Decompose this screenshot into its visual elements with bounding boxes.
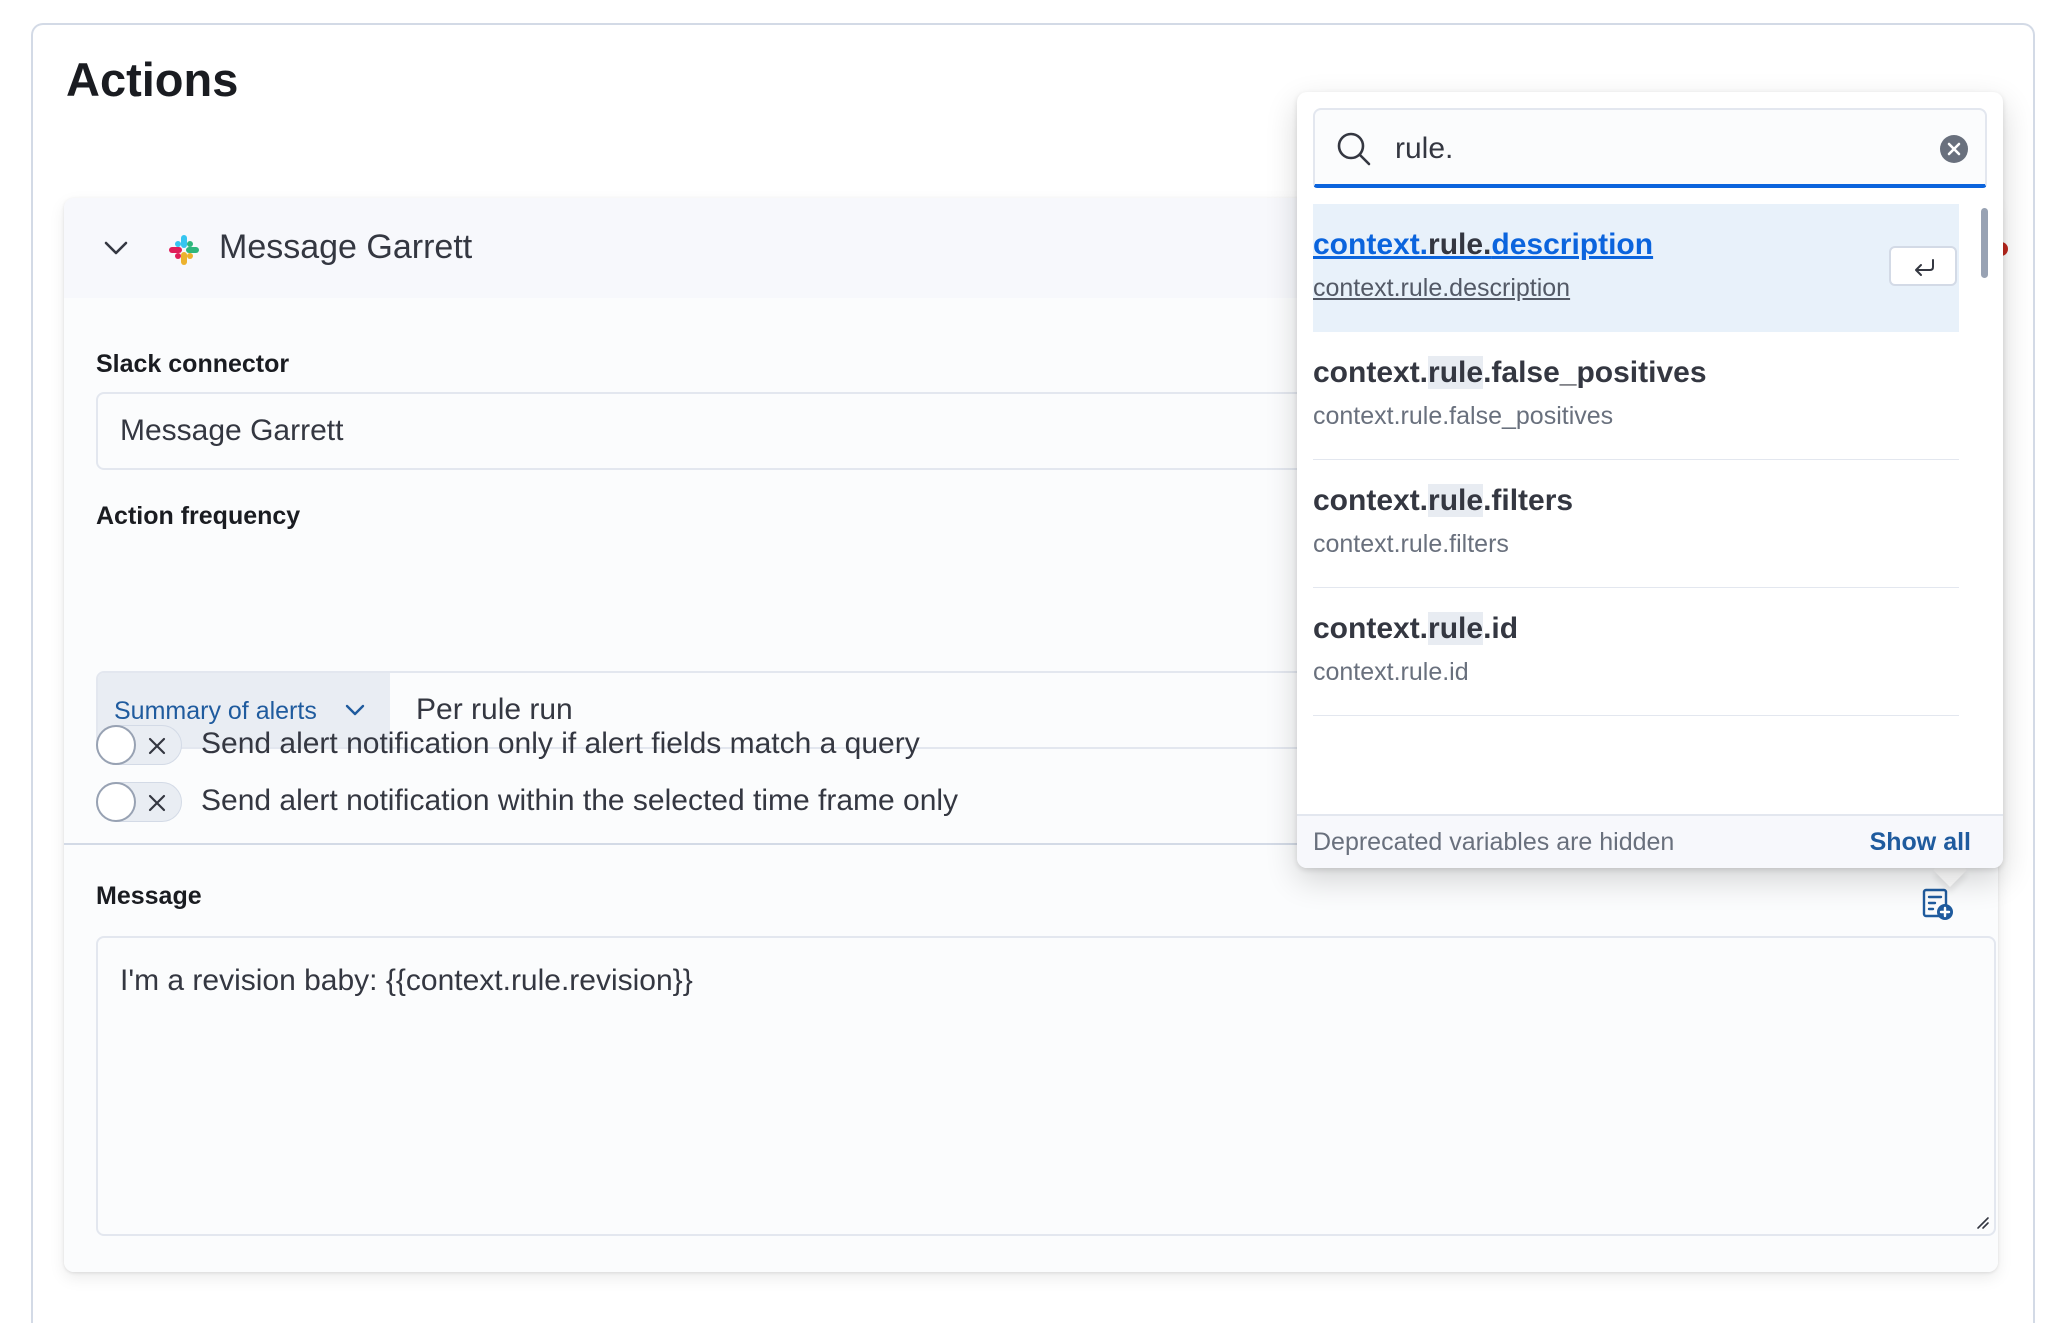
slack-icon	[169, 235, 199, 265]
frequency-value[interactable]: Per rule run	[416, 693, 573, 727]
chevron-down-icon	[345, 704, 365, 716]
page-title: Actions	[66, 53, 239, 106]
toggle-time-frame[interactable]	[96, 782, 182, 822]
option-name: context.rule.false_positives	[1313, 356, 1707, 389]
popover-footer: Deprecated variables are hidden Show all	[1297, 814, 2003, 868]
list-item[interactable]: context.rule.description context.rule.de…	[1313, 204, 1959, 332]
option-path: context.rule.description	[1313, 274, 1571, 302]
toggle-alert-query[interactable]	[96, 725, 182, 765]
enter-key-icon	[1915, 259, 1934, 276]
variable-search-input[interactable]: rule.	[1313, 108, 1987, 188]
option-name: context.rule.filters	[1313, 484, 1574, 517]
scrollbar[interactable]	[1981, 208, 1988, 278]
option-name: context.rule.id	[1313, 612, 1519, 645]
option-path: context.rule.false_positives	[1313, 402, 1614, 430]
show-all-link[interactable]: Show all	[1870, 828, 1971, 857]
connector-label: Slack connector	[96, 350, 290, 378]
message-value: I'm a revision baby: {{context.rule.revi…	[120, 964, 693, 997]
clear-icon[interactable]	[1939, 134, 1969, 164]
option-path: context.rule.id	[1313, 658, 1469, 686]
frequency-mode-label: Summary of alerts	[114, 697, 317, 725]
option-path: context.rule.filters	[1313, 530, 1509, 558]
frequency-label: Action frequency	[96, 502, 301, 530]
toggle-alert-query-label: Send alert notification only if alert fi…	[201, 727, 920, 760]
add-variable-icon[interactable]	[1921, 886, 1955, 922]
toggle-knob	[96, 725, 136, 765]
connector-value: Message Garrett	[120, 414, 344, 447]
search-value: rule.	[1395, 132, 1454, 165]
list-item[interactable]: context.rule.false_positives context.rul…	[1313, 332, 1959, 460]
variable-popover: rule. context.rule.description context.r…	[1297, 92, 2003, 868]
option-name: context.rule.description	[1313, 228, 1654, 261]
search-icon	[1337, 132, 1371, 166]
variable-options-list: context.rule.description context.rule.de…	[1313, 204, 1959, 812]
chevron-down-icon[interactable]	[100, 232, 132, 264]
list-item[interactable]: context.rule.id context.rule.id	[1313, 588, 1959, 716]
toggle-knob	[96, 782, 136, 822]
message-textarea[interactable]: I'm a revision baby: {{context.rule.revi…	[96, 936, 1996, 1236]
resize-handle-icon[interactable]	[1974, 1214, 1990, 1230]
footer-note: Deprecated variables are hidden	[1313, 828, 1675, 856]
cross-icon	[148, 794, 166, 812]
action-card-title: Message Garrett	[219, 228, 473, 266]
cross-icon	[148, 737, 166, 755]
divider	[1313, 715, 1959, 716]
list-item[interactable]: context.rule.filters context.rule.filter…	[1313, 460, 1959, 588]
toggle-time-frame-label: Send alert notification within the selec…	[201, 784, 959, 817]
enter-key-badge	[1889, 246, 1957, 286]
message-label: Message	[96, 882, 202, 910]
